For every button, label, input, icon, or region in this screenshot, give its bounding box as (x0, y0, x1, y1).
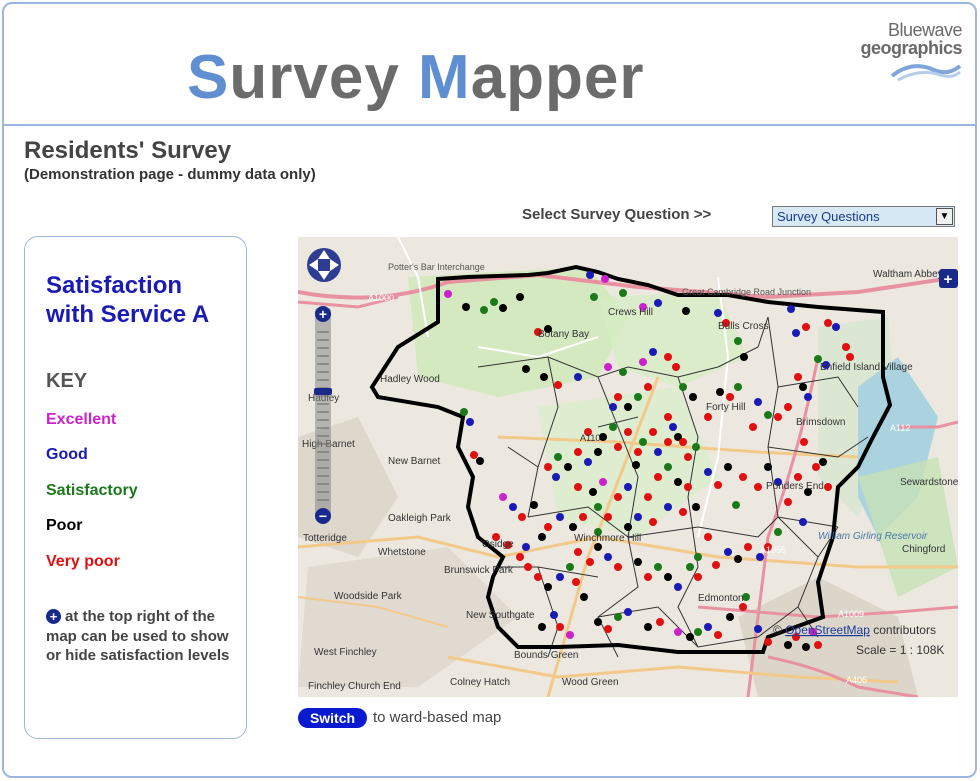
place-label-oakleigh-park: Oakleigh Park (388, 513, 452, 524)
place-label-woodside-park: Woodside Park (334, 591, 403, 602)
key-item-very-poor: Very poor (46, 553, 120, 570)
place-label-osidge: Osidge (482, 539, 514, 550)
place-label-colney-hatch: Colney Hatch (450, 677, 510, 688)
map[interactable]: Potter's Bar Interchange A1000 Botany Ba… (298, 237, 958, 697)
road-label-a1055: A1055 (760, 545, 786, 555)
road-label-a110: A110 (580, 433, 600, 443)
place-label-edmonton: Edmonton (698, 593, 744, 604)
key-title: KEY (46, 370, 88, 392)
survey-question-select[interactable]: Survey Questions ▼ (772, 206, 955, 227)
key-item-excellent: Excellent (46, 411, 117, 428)
svg-text:+: + (319, 306, 327, 322)
place-label-great-cambridge-road: Great Cambridge Road Junction (682, 287, 811, 297)
place-label-forty-hill: Forty Hill (706, 402, 745, 413)
key-panel: Satisfaction with Service A KEY Excellen… (24, 236, 247, 739)
place-label-new-barnet: New Barnet (388, 456, 440, 467)
place-label-ponders-end: Ponders End (766, 481, 824, 492)
place-label-brunswick-park: Brunswick Park (444, 565, 514, 576)
survey-subtitle: (Demonstration page - dummy data only) (24, 166, 316, 183)
key-note-text: at the top right of the map can be used … (46, 608, 230, 664)
header: Survey Mapper Bluewave geographics (4, 4, 975, 126)
road-label-a406: A406 (846, 675, 867, 685)
wave-icon (890, 64, 962, 82)
place-label-waltham-abbey: Waltham Abbey (873, 269, 943, 280)
select-question-label: Select Survey Question >> (522, 206, 712, 223)
survey-question-selected: Survey Questions (777, 209, 880, 224)
place-label-finchley-church-end: Finchley Church End (308, 681, 401, 692)
place-label-winchmore-hill: Winchmore Hill (574, 533, 641, 544)
place-label-bulls-cross: Bulls Cross (718, 321, 769, 332)
place-label-enfield-island-village: Enfield Island Village (820, 362, 913, 373)
place-label-new-southgate: New Southgate (466, 610, 535, 621)
place-label-sewardstone: Sewardstone (900, 477, 958, 488)
place-label-chingford: Chingford (902, 544, 945, 555)
place-label-totteridge: Totteridge (303, 533, 347, 544)
place-label-bounds-green: Bounds Green (514, 650, 579, 661)
place-label-west-finchley: West Finchley (314, 647, 377, 658)
key-note: + at the top right of the map can be used… (46, 607, 236, 666)
road-label-a112: A112 (890, 423, 910, 433)
osm-link: OpenStreetMap (785, 623, 870, 637)
road-label-a1000: A1000 (368, 293, 394, 303)
zoom-control[interactable]: + − (314, 306, 332, 524)
key-item-satisfactory: Satisfactory (46, 482, 138, 499)
place-label-whetstone: Whetstone (378, 547, 426, 558)
key-item-good: Good (46, 446, 88, 463)
svg-text:© OpenStreetMap co: © OpenStreetMap contributors (773, 623, 936, 637)
road-label-a1009: A1009 (838, 609, 864, 619)
bluewave-logo: Bluewave geographics (852, 20, 963, 82)
place-label-potters-bar: Potter's Bar Interchange (388, 262, 485, 272)
layer-switcher-plus-icon[interactable]: + (939, 269, 958, 288)
svg-text:−: − (319, 508, 327, 524)
map-canvas[interactable]: Potter's Bar Interchange A1000 Botany Ba… (298, 237, 958, 697)
attribution-suffix: contributors (873, 623, 936, 637)
key-item-poor: Poor (46, 517, 83, 534)
pan-control[interactable] (307, 248, 341, 282)
place-label-hadley-wood: Hadley Wood (380, 374, 440, 385)
chevron-down-icon[interactable]: ▼ (936, 208, 953, 225)
logo-line2: geographics (860, 38, 962, 58)
panel-title: Satisfaction with Service A (46, 272, 210, 328)
place-label-botany-bay: Botany Bay (538, 329, 589, 340)
map-scale: Scale = 1 : 108K (856, 643, 944, 657)
survey-title: Residents' Survey (24, 137, 232, 164)
place-label-crews-hill: Crews Hill (608, 307, 653, 318)
switch-button[interactable]: Switch (298, 708, 367, 728)
plus-icon: + (46, 609, 61, 624)
app-title: Survey Mapper (187, 43, 645, 112)
attribution-prefix: © (773, 623, 782, 637)
place-label-wood-green: Wood Green (562, 677, 619, 688)
place-label-brimsdown: Brimsdown (796, 417, 845, 428)
switch-text: to ward-based map (373, 709, 502, 726)
place-label-william-girling-reservoir: William Girling Reservoir (818, 531, 928, 542)
svg-text:+: + (944, 271, 953, 288)
